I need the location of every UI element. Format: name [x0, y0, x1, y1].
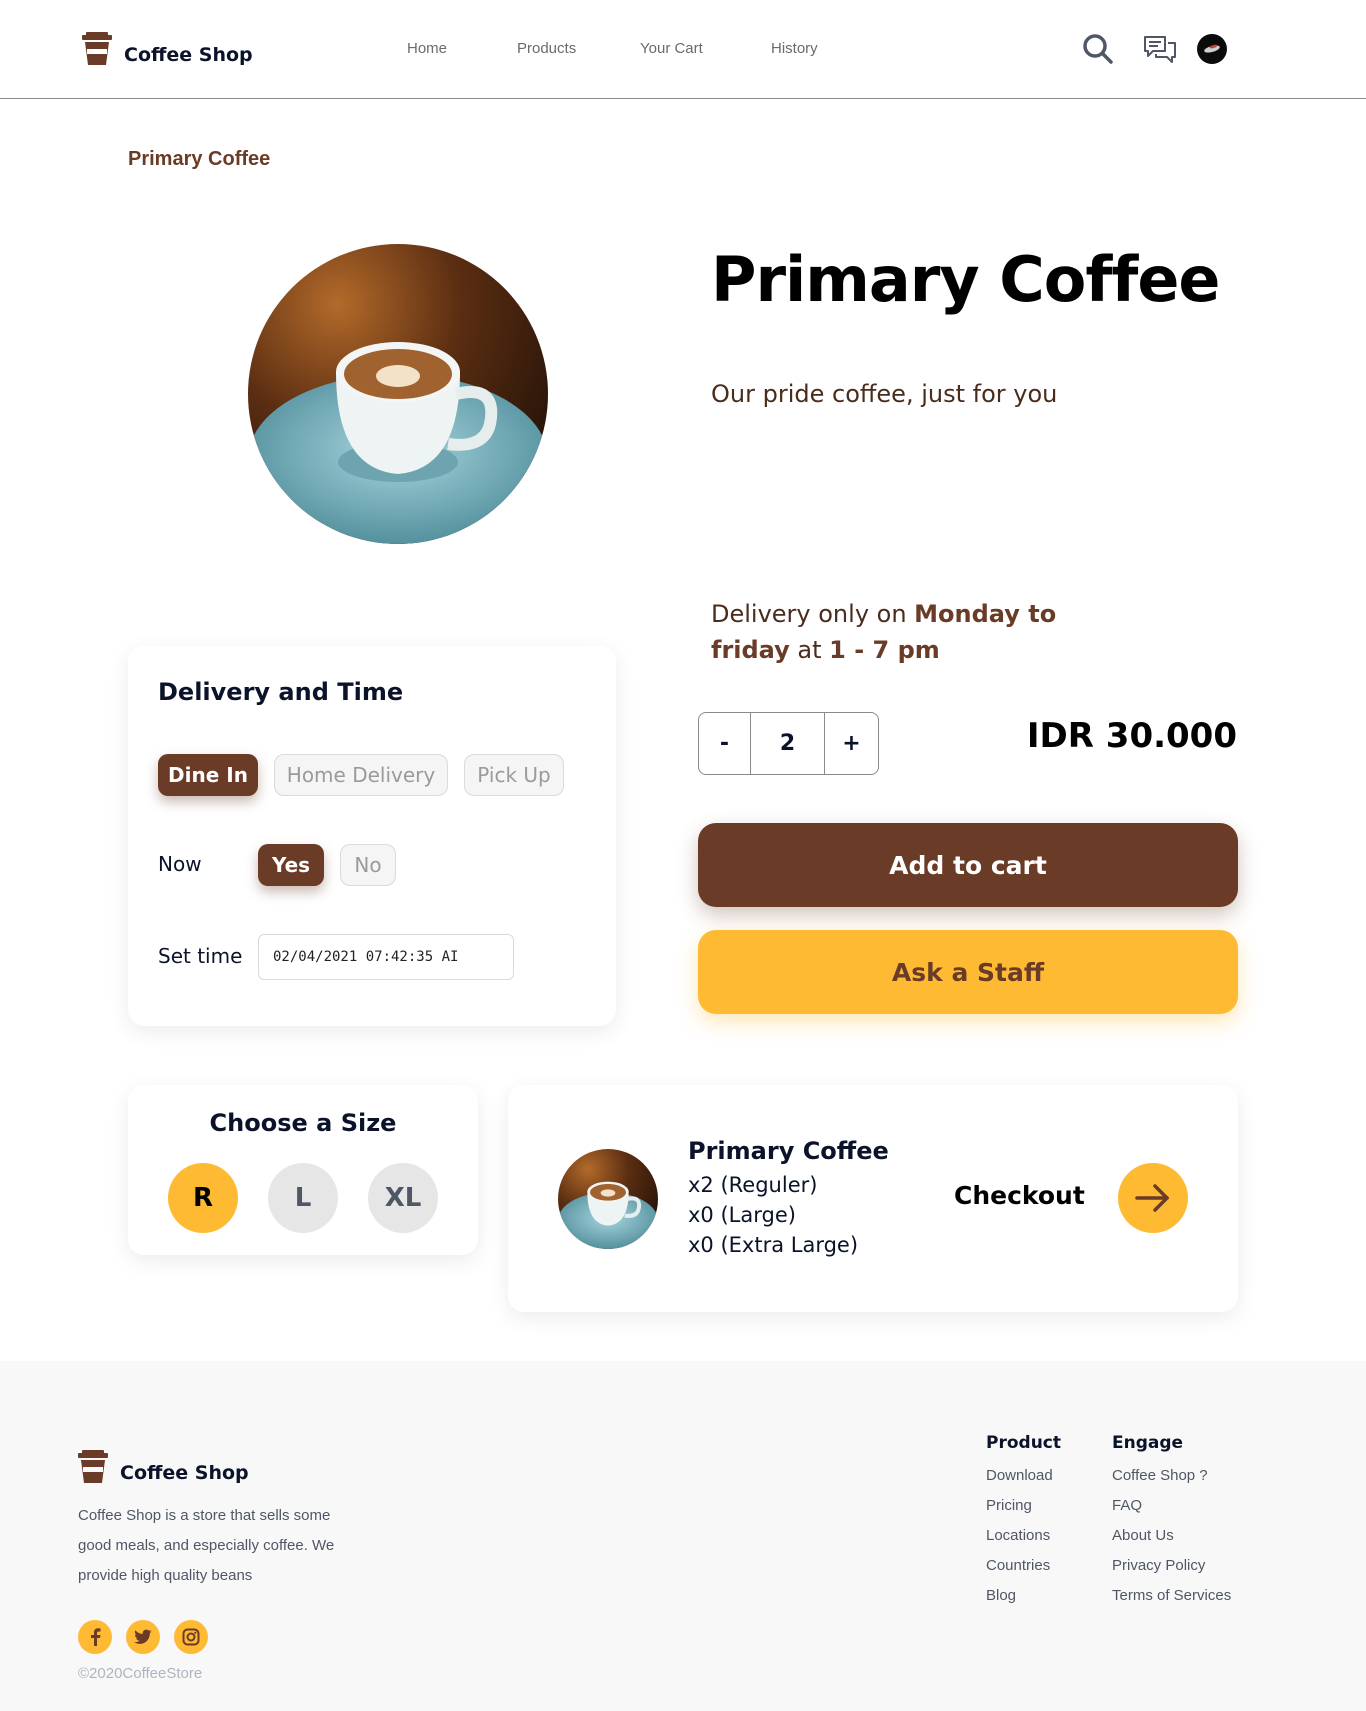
- footer-link-about-us[interactable]: About Us: [1112, 1521, 1231, 1551]
- coffee-cup-icon: [78, 1450, 108, 1483]
- social-links: [78, 1620, 208, 1654]
- checkout-product-name: Primary Coffee: [688, 1137, 889, 1165]
- quantity-stepper: - 2 +: [698, 712, 879, 775]
- footer-description: Coffee Shop is a store that sells some g…: [78, 1507, 335, 1584]
- footer-link-blog[interactable]: Blog: [986, 1581, 1061, 1611]
- size-r-button[interactable]: R: [168, 1163, 238, 1233]
- size-card: Choose a Size R L XL: [128, 1085, 478, 1255]
- top-navbar: Coffee Shop Home Products Your Cart Hist…: [0, 0, 1366, 99]
- footer-engage-column: Engage Coffee Shop ? FAQ About Us Privac…: [1112, 1433, 1231, 1611]
- instagram-icon[interactable]: [174, 1620, 208, 1654]
- footer-link-faq[interactable]: FAQ: [1112, 1491, 1231, 1521]
- increase-quantity-button[interactable]: +: [825, 713, 878, 774]
- checkout-line-extra-large: x0 (Extra Large): [688, 1233, 859, 1257]
- footer-link-download[interactable]: Download: [986, 1461, 1061, 1491]
- checkout-line-large: x0 (Large): [688, 1203, 796, 1227]
- footer-product-column: Product Download Pricing Locations Count…: [986, 1433, 1061, 1611]
- now-label: Now: [158, 852, 202, 876]
- method-pick-up-button[interactable]: Pick Up: [464, 754, 564, 796]
- now-yes-button[interactable]: Yes: [258, 844, 324, 886]
- set-time-label: Set time: [158, 944, 243, 968]
- delivery-note-hours: 1 - 7 pm: [829, 636, 940, 664]
- add-to-cart-button[interactable]: Add to cart: [698, 823, 1238, 907]
- size-l-button[interactable]: L: [268, 1163, 338, 1233]
- arrow-right-icon: [1135, 1184, 1169, 1212]
- footer-brand-logo[interactable]: Coffee Shop: [78, 1450, 249, 1484]
- method-dine-in-button[interactable]: Dine In: [158, 754, 258, 796]
- footer-product-title: Product: [986, 1433, 1061, 1453]
- method-home-delivery-button[interactable]: Home Delivery: [274, 754, 448, 796]
- nav-products[interactable]: Products: [517, 40, 576, 57]
- delivery-note-prefix: Delivery only on: [711, 600, 915, 628]
- checkout-arrow-button[interactable]: [1118, 1163, 1188, 1233]
- search-icon[interactable]: [1082, 33, 1114, 65]
- checkout-label[interactable]: Checkout: [954, 1181, 1085, 1210]
- breadcrumb[interactable]: Primary Coffee: [128, 148, 270, 171]
- facebook-icon[interactable]: [78, 1620, 112, 1654]
- delivery-card-title: Delivery and Time: [158, 678, 404, 706]
- footer-link-privacy-policy[interactable]: Privacy Policy: [1112, 1551, 1231, 1581]
- footer-link-locations[interactable]: Locations: [986, 1521, 1061, 1551]
- twitter-icon[interactable]: [126, 1620, 160, 1654]
- quantity-value: 2: [751, 713, 825, 774]
- brand-name: Coffee Shop: [124, 44, 253, 66]
- nav-history[interactable]: History: [771, 40, 818, 57]
- delivery-note-middle: at: [789, 636, 830, 664]
- footer: Coffee Shop Coffee Shop is a store that …: [0, 1361, 1366, 1711]
- copyright: ©2020CoffeeStore: [78, 1665, 203, 1682]
- nav-home[interactable]: Home: [407, 40, 447, 57]
- decrease-quantity-button[interactable]: -: [699, 713, 751, 774]
- delivery-note: Delivery only on Monday to friday at 1 -…: [711, 596, 1091, 668]
- delivery-time-card: Delivery and Time Dine In Home Delivery …: [128, 646, 616, 1026]
- checkout-line-regular: x2 (Reguler): [688, 1173, 818, 1197]
- product-price: IDR 30.000: [1026, 716, 1237, 756]
- footer-engage-title: Engage: [1112, 1433, 1184, 1453]
- checkout-card: Primary Coffee x2 (Reguler) x0 (Large) x…: [508, 1085, 1238, 1312]
- nav-your-cart[interactable]: Your Cart: [640, 40, 703, 57]
- product-title: Primary Coffee: [711, 243, 1220, 316]
- footer-link-countries[interactable]: Countries: [986, 1551, 1061, 1581]
- footer-brand-name: Coffee Shop: [120, 1462, 249, 1484]
- ask-staff-button[interactable]: Ask a Staff: [698, 930, 1238, 1014]
- size-xl-button[interactable]: XL: [368, 1163, 438, 1233]
- checkout-product-thumbnail: [558, 1149, 658, 1249]
- size-card-title: Choose a Size: [209, 1109, 397, 1137]
- chat-icon[interactable]: [1143, 34, 1177, 66]
- set-time-input[interactable]: 02/04/2021 07:42:35 AI: [258, 934, 514, 980]
- product-image: [248, 244, 548, 544]
- product-subtitle: Our pride coffee, just for you: [711, 380, 1058, 408]
- brand-logo[interactable]: Coffee Shop: [82, 32, 253, 66]
- coffee-cup-icon: [82, 32, 112, 65]
- now-no-button[interactable]: No: [340, 844, 396, 886]
- avatar[interactable]: [1197, 34, 1227, 64]
- footer-link-terms-of-services[interactable]: Terms of Services: [1112, 1581, 1231, 1611]
- footer-link-coffee-shop[interactable]: Coffee Shop ?: [1112, 1461, 1231, 1491]
- footer-link-pricing[interactable]: Pricing: [986, 1491, 1061, 1521]
